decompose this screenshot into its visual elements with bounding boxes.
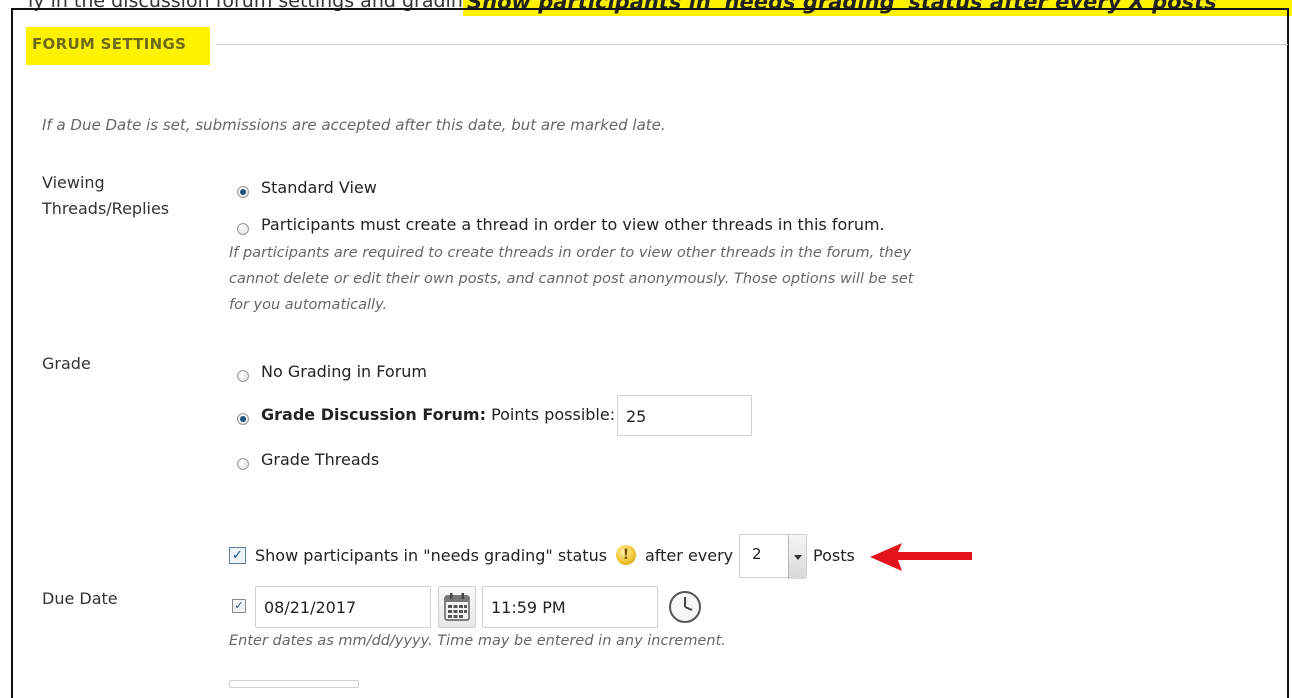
option-participants-must-post-label: Participants must create a thread in ord… bbox=[261, 215, 885, 234]
option-no-grading-label: No Grading in Forum bbox=[261, 362, 428, 381]
calendar-button[interactable] bbox=[438, 586, 476, 628]
option-grade-threads-label: Grade Threads bbox=[261, 450, 380, 469]
due-date-checkbox[interactable]: ✓ bbox=[232, 599, 246, 613]
radio-no-grading[interactable] bbox=[237, 370, 249, 382]
section-divider bbox=[216, 44, 1288, 45]
needs-grading-text-before: Show participants in "needs grading" sta… bbox=[255, 546, 608, 565]
posts-label: Posts bbox=[813, 546, 855, 565]
due-date-help: Enter dates as mm/dd/yyyy. Time may be e… bbox=[229, 633, 726, 649]
due-date-label: Due Date bbox=[42, 589, 118, 608]
viewing-help-line1: If participants are required to create t… bbox=[229, 245, 912, 261]
radio-participants-must-post[interactable] bbox=[237, 223, 249, 235]
time-picker-button[interactable] bbox=[664, 586, 706, 628]
warning-icon: ! bbox=[616, 545, 636, 565]
viewing-help-line2: cannot delete or edit their own posts, a… bbox=[229, 271, 914, 287]
points-possible-input[interactable]: 25 bbox=[617, 395, 752, 436]
posts-count-select[interactable]: 2 bbox=[739, 534, 807, 579]
calendar-icon bbox=[444, 593, 470, 621]
radio-grade-threads[interactable] bbox=[237, 458, 249, 470]
section-title: FORUM SETTINGS bbox=[32, 35, 187, 53]
needs-grading-text-after: after every bbox=[645, 546, 734, 565]
viewing-label-line2: Threads/Replies bbox=[42, 199, 170, 218]
next-field-cutoff bbox=[229, 680, 359, 688]
viewing-label: Viewing Threads/Replies bbox=[42, 170, 169, 222]
needs-grading-checkbox[interactable]: ✓ bbox=[229, 547, 246, 564]
radio-standard-view[interactable] bbox=[237, 186, 249, 198]
clock-icon bbox=[669, 591, 701, 623]
viewing-help-line3: for you automatically. bbox=[229, 297, 388, 313]
annotation-arrow-icon bbox=[870, 543, 972, 571]
grade-label: Grade bbox=[42, 354, 91, 373]
points-possible-label: Points possible: bbox=[491, 405, 616, 424]
due-time-input[interactable]: 11:59 PM bbox=[482, 586, 658, 628]
due-date-note: If a Due Date is set, submissions are ac… bbox=[42, 116, 666, 134]
option-grade-forum: Grade Discussion Forum: Points possible: bbox=[261, 405, 615, 424]
due-date-input[interactable]: 08/21/2017 bbox=[255, 586, 431, 628]
viewing-label-line1: Viewing bbox=[42, 173, 105, 192]
option-grade-forum-label: Grade Discussion Forum: bbox=[261, 405, 486, 424]
viewing-help-text: If participants are required to create t… bbox=[229, 240, 989, 318]
chevron-down-icon bbox=[788, 535, 806, 579]
radio-grade-discussion-forum[interactable] bbox=[237, 413, 249, 425]
option-standard-view-label: Standard View bbox=[261, 178, 377, 197]
posts-count-value: 2 bbox=[752, 545, 762, 563]
